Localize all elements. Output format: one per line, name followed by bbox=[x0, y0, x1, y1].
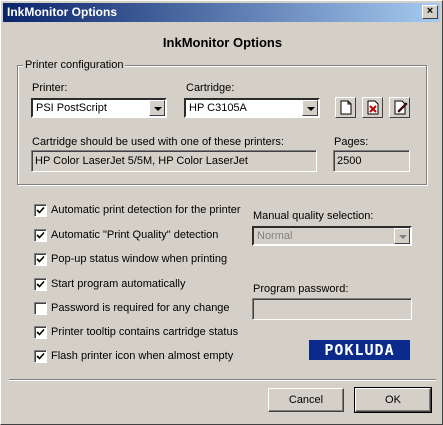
checkmark-icon bbox=[36, 255, 45, 263]
separator bbox=[9, 379, 436, 381]
checkmark-icon bbox=[36, 352, 45, 360]
checkmark-icon bbox=[36, 280, 45, 288]
ok-button[interactable]: OK bbox=[354, 387, 432, 413]
checkbox[interactable] bbox=[34, 350, 47, 363]
quality-select-value: Normal bbox=[257, 230, 293, 242]
cartridge-select[interactable]: HP C3105A bbox=[184, 98, 320, 118]
checkmark-icon bbox=[36, 231, 45, 239]
compatible-printers-label: Cartridge should be used with one of the… bbox=[32, 136, 284, 148]
delete-cartridge-button[interactable] bbox=[362, 97, 383, 118]
cartridge-label: Cartridge: bbox=[186, 82, 235, 94]
close-button[interactable]: × bbox=[422, 5, 438, 19]
chevron-down-icon[interactable] bbox=[302, 100, 318, 116]
dialog-heading: InkMonitor Options bbox=[162, 35, 283, 50]
edit-cartridge-button[interactable] bbox=[389, 97, 410, 118]
delete-document-icon bbox=[367, 100, 379, 115]
pages-value: 2500 bbox=[337, 155, 362, 167]
password-input[interactable] bbox=[252, 298, 412, 320]
checkmark-icon bbox=[36, 328, 45, 336]
printer-configuration-title: Printer configuration bbox=[23, 59, 126, 71]
cancel-button[interactable]: Cancel bbox=[268, 388, 344, 412]
title-bar: InkMonitor Options × bbox=[3, 3, 440, 22]
checkbox[interactable] bbox=[34, 253, 47, 266]
close-icon: × bbox=[426, 5, 434, 17]
printer-select-value: PSI PostScript bbox=[36, 102, 107, 114]
edit-document-icon bbox=[394, 100, 408, 115]
printer-label: Printer: bbox=[32, 82, 68, 94]
option-label: Pop-up status window when printing bbox=[51, 253, 228, 265]
new-document-icon bbox=[340, 100, 352, 115]
compatible-printers-field: HP Color LaserJet 5/5M, HP Color LaserJe… bbox=[31, 150, 317, 172]
cartridge-select-value: HP C3105A bbox=[189, 102, 247, 114]
option-label: Flash printer icon when almost empty bbox=[51, 350, 234, 362]
printer-select[interactable]: PSI PostScript bbox=[31, 98, 167, 118]
option-label: Password is required for any change bbox=[51, 302, 230, 314]
checkbox[interactable] bbox=[34, 278, 47, 291]
password-label: Program password: bbox=[253, 283, 349, 295]
options-window: InkMonitor Options × InkMonitor Options … bbox=[0, 0, 443, 425]
pokluda-logo: POKLUDA bbox=[309, 340, 410, 360]
new-cartridge-button[interactable] bbox=[335, 97, 356, 118]
checkmark-icon bbox=[36, 206, 45, 214]
checkbox[interactable] bbox=[34, 204, 47, 217]
option-label: Printer tooltip contains cartridge statu… bbox=[51, 326, 239, 338]
pages-field[interactable]: 2500 bbox=[333, 150, 410, 172]
option-label: Start program automatically bbox=[51, 278, 186, 290]
checkbox[interactable] bbox=[34, 229, 47, 242]
pages-label: Pages: bbox=[334, 136, 369, 148]
checkbox[interactable] bbox=[34, 326, 47, 339]
window-title: InkMonitor Options bbox=[7, 5, 117, 19]
chevron-down-icon[interactable] bbox=[149, 100, 165, 116]
option-label: Automatic "Print Quality" detection bbox=[51, 229, 219, 241]
chevron-down-icon[interactable] bbox=[394, 228, 410, 244]
compatible-printers-value: HP Color LaserJet 5/5M, HP Color LaserJe… bbox=[35, 155, 248, 167]
quality-select[interactable]: Normal bbox=[252, 226, 412, 246]
option-label: Automatic print detection for the printe… bbox=[51, 204, 241, 216]
checkbox[interactable] bbox=[34, 302, 47, 315]
quality-label: Manual quality selection: bbox=[253, 210, 374, 222]
